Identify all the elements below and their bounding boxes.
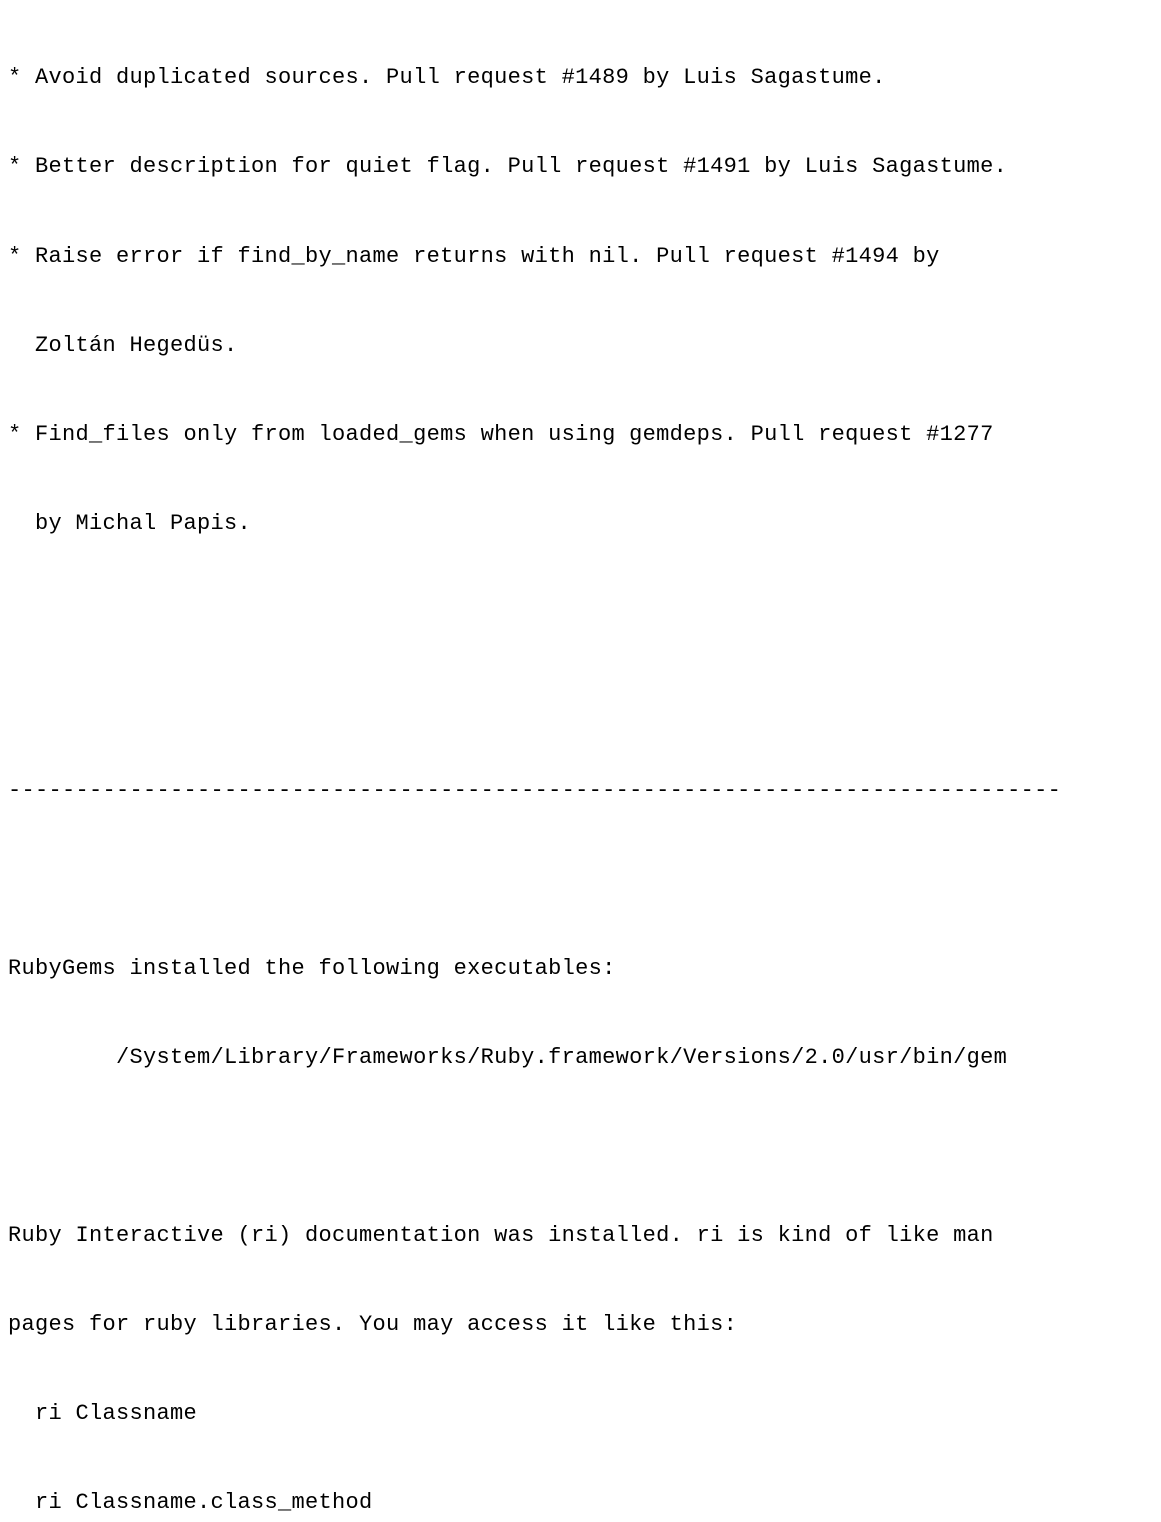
output-line: ri Classname.class_method xyxy=(8,1488,1153,1518)
output-line: pages for ruby libraries. You may access… xyxy=(8,1310,1153,1340)
separator-line: ----------------------------------------… xyxy=(8,776,1153,806)
output-line: ri Classname xyxy=(8,1399,1153,1429)
blank-line xyxy=(8,598,1153,628)
blank-line xyxy=(8,1132,1153,1162)
changelog-line: * Avoid duplicated sources. Pull request… xyxy=(8,63,1153,93)
blank-line xyxy=(8,865,1153,895)
terminal-output: * Avoid duplicated sources. Pull request… xyxy=(8,4,1153,1522)
changelog-line: by Michal Papis. xyxy=(8,509,1153,539)
changelog-line: Zoltán Hegedüs. xyxy=(8,331,1153,361)
output-line: RubyGems installed the following executa… xyxy=(8,954,1153,984)
changelog-line: * Find_files only from loaded_gems when … xyxy=(8,420,1153,450)
blank-line xyxy=(8,687,1153,717)
changelog-line: * Better description for quiet flag. Pul… xyxy=(8,152,1153,182)
changelog-line: * Raise error if find_by_name returns wi… xyxy=(8,242,1153,272)
output-line: Ruby Interactive (ri) documentation was … xyxy=(8,1221,1153,1251)
output-line: /System/Library/Frameworks/Ruby.framewor… xyxy=(8,1043,1153,1073)
